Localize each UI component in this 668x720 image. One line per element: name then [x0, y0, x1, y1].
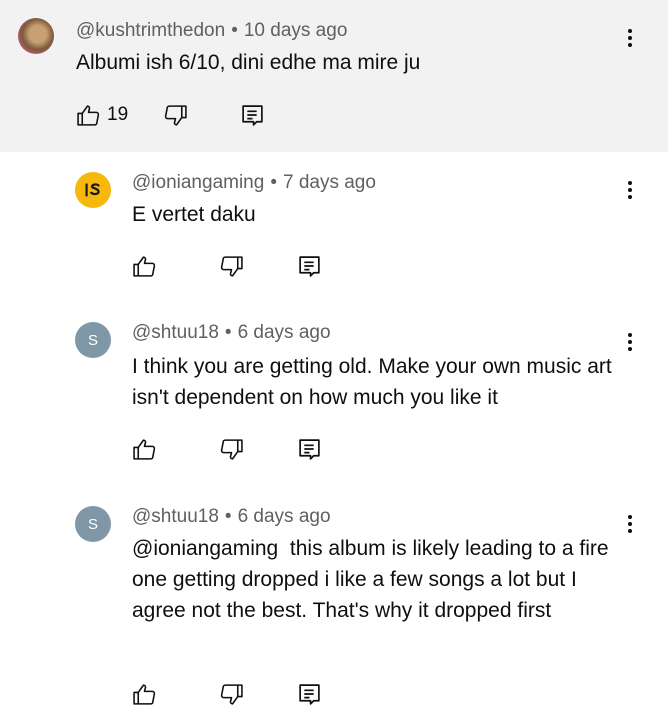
comment-meta: @shtuu18 • 6 days ago — [132, 322, 331, 344]
like-count: 19 — [107, 104, 129, 125]
reply-comment: @ioniangaming • 7 days ago E vertet daku — [0, 152, 668, 302]
more-options-button[interactable] — [618, 178, 642, 202]
thumb-down-icon — [220, 683, 243, 705]
thumb-up-icon — [133, 438, 156, 460]
reply-comment: S @shtuu18 • 6 days ago @ioniangaming this… — [0, 484, 668, 720]
dislike-button[interactable] — [219, 435, 244, 463]
dislike-button[interactable] — [219, 252, 244, 280]
reply-icon — [242, 104, 263, 126]
more-options-button[interactable] — [618, 330, 642, 354]
comment-time[interactable]: 10 days ago — [244, 20, 348, 41]
reply-button[interactable] — [297, 435, 322, 463]
avatar[interactable]: S — [75, 506, 111, 542]
comment-time[interactable]: 6 days ago — [238, 506, 331, 527]
more-vertical-icon — [628, 29, 632, 47]
more-options-button[interactable] — [618, 512, 642, 536]
like-button[interactable] — [132, 435, 157, 463]
dislike-button[interactable] — [163, 101, 188, 129]
reply-icon — [299, 683, 320, 705]
meta-separator: • — [231, 20, 238, 41]
comment-meta: @kushtrimthedon • 10 days ago — [76, 20, 347, 42]
comment-text: I think you are getting old. Make your o… — [132, 355, 612, 409]
comment-meta: @ioniangaming • 7 days ago — [132, 172, 376, 194]
comment-author[interactable]: @ioniangaming — [132, 172, 264, 193]
dislike-button[interactable] — [219, 680, 244, 708]
comment-author[interactable]: @shtuu18 — [132, 506, 219, 527]
reply-button[interactable] — [297, 680, 322, 708]
thumb-up-icon — [77, 104, 100, 126]
meta-separator: • — [224, 322, 232, 343]
like-button[interactable]: 19 — [76, 101, 128, 129]
comment-actions: 19 — [76, 101, 276, 131]
comment-actions — [132, 252, 332, 282]
avatar[interactable] — [18, 18, 54, 54]
comment-text: Albumi ish 6/10, dini edhe ma mire ju — [76, 51, 421, 74]
comment-actions — [132, 435, 332, 465]
meta-separator: • — [270, 172, 277, 193]
comment-text: @ioniangaming this album is likely leadi… — [132, 537, 615, 622]
comment-author[interactable]: @kushtrimthedon — [76, 20, 225, 41]
more-vertical-icon — [628, 515, 632, 533]
thumb-down-icon — [220, 438, 243, 460]
comment-actions — [132, 680, 332, 710]
comment-author[interactable]: @shtuu18 — [132, 322, 219, 343]
comment-time[interactable]: 6 days ago — [238, 322, 331, 343]
more-vertical-icon — [628, 181, 632, 199]
reply-comment: S @shtuu18 • 6 days ago I think you are ge… — [0, 302, 668, 484]
avatar[interactable] — [75, 172, 111, 208]
comment-text: E vertet daku — [132, 203, 256, 226]
comment-thread: @kushtrimthedon • 10 days ago Albumi ish 6… — [0, 0, 668, 152]
meta-separator: • — [224, 506, 232, 527]
more-options-button[interactable] — [618, 26, 642, 50]
avatar[interactable]: S — [75, 322, 111, 358]
like-button[interactable] — [132, 252, 157, 280]
like-button[interactable] — [132, 680, 157, 708]
thumb-up-icon — [133, 683, 156, 705]
thumb-down-icon — [164, 104, 187, 126]
ioniangaming-logo-icon — [85, 183, 100, 197]
reply-icon — [299, 438, 320, 460]
comment-meta: @shtuu18 • 6 days ago — [132, 506, 331, 528]
comment-time[interactable]: 7 days ago — [283, 172, 376, 193]
reply-icon — [299, 255, 320, 277]
thumb-up-icon — [133, 255, 156, 277]
reply-button[interactable] — [297, 252, 322, 280]
more-vertical-icon — [628, 333, 632, 351]
reply-button[interactable] — [240, 101, 265, 129]
thumb-down-icon — [220, 255, 243, 277]
